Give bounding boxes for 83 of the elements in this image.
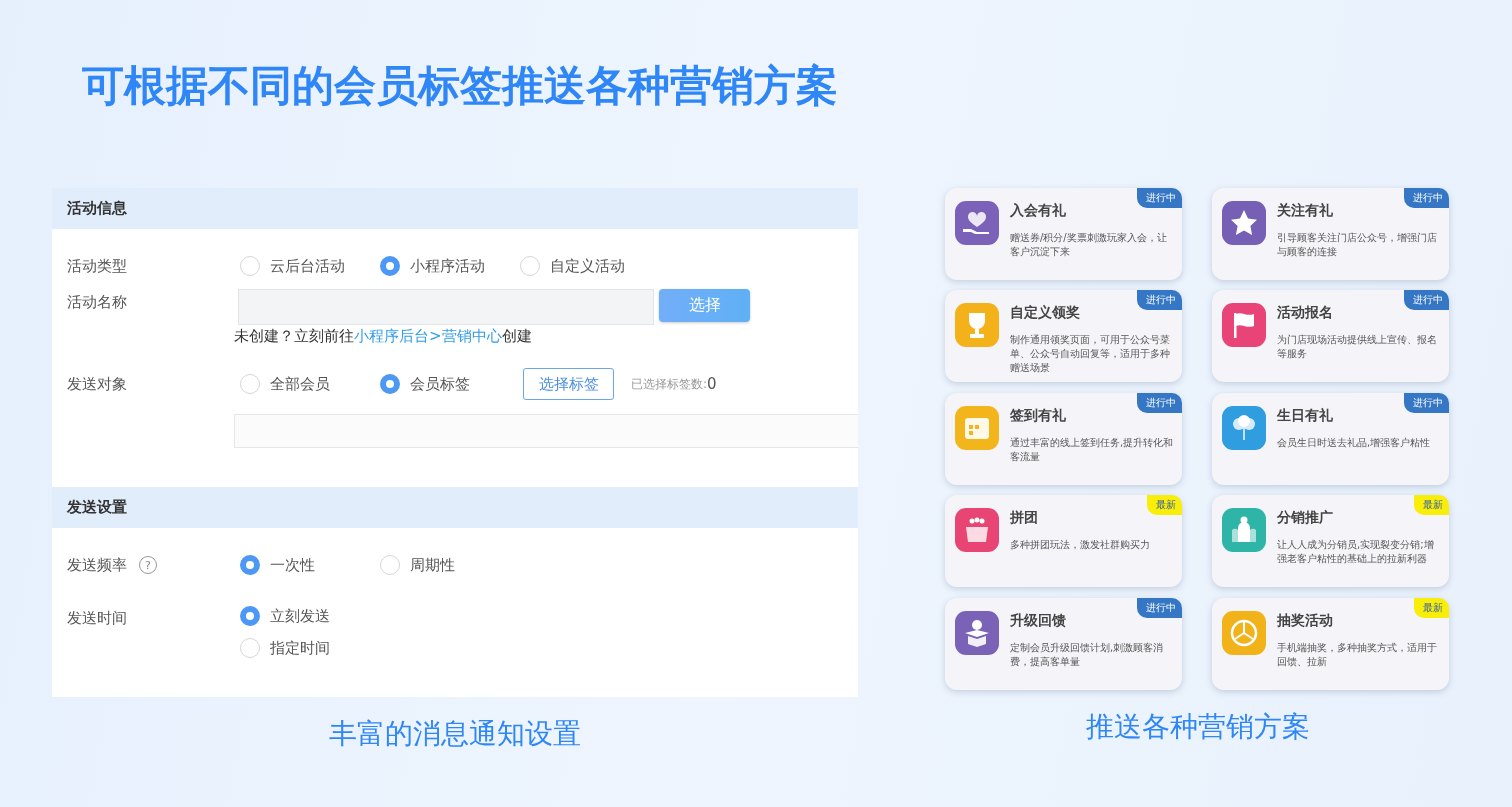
option-label: 指定时间 bbox=[270, 638, 330, 658]
campaign-title: 关注有礼 bbox=[1277, 201, 1334, 219]
caption: 推送各种营销方案 bbox=[1084, 709, 1311, 745]
section-title: 发送设置 bbox=[67, 498, 127, 517]
campaign-description: 手机端抽奖，多种抽奖方式，适用于回馈、拉新 bbox=[1277, 640, 1438, 669]
radio-button[interactable] bbox=[240, 555, 260, 575]
field-label: 活动类型 bbox=[66, 256, 128, 276]
campaign-card[interactable]: 进行中 生日有礼 会员生日时送去礼品,增强客户粘性 bbox=[1212, 392, 1449, 485]
option-label: 小程序活动 bbox=[410, 256, 485, 276]
status-badge: 进行中 bbox=[1137, 188, 1182, 208]
status-badge: 进行中 bbox=[1404, 290, 1449, 311]
radio-button[interactable] bbox=[380, 256, 400, 276]
campaign-description: 多种拼团玩法，激发社群购买力 bbox=[1010, 538, 1151, 553]
option-label: 自定义活动 bbox=[550, 256, 625, 276]
campaign-title: 自定义领奖 bbox=[1010, 303, 1081, 322]
option-label: 周期性 bbox=[410, 555, 455, 575]
campaign-title: 生日有礼 bbox=[1277, 405, 1334, 424]
option-label: 会员标签 bbox=[410, 374, 470, 394]
radio-button[interactable] bbox=[520, 256, 540, 276]
campaign-title: 活动报名 bbox=[1277, 303, 1334, 322]
field-label: 活动名称 bbox=[66, 292, 128, 313]
campaign-card[interactable]: 进行中 活动报名 为门店现场活动提供线上宣传、报名等服务 bbox=[1212, 290, 1449, 383]
campaign-card[interactable]: 最新 抽奖活动 手机端抽奖，多种抽奖方式，适用于回馈、拉新 bbox=[1212, 597, 1449, 690]
campaign-description: 赠送券/积分/奖票刺激玩家入会，让客户沉淀下来 bbox=[1010, 231, 1168, 259]
campaign-title: 签到有礼 bbox=[1010, 405, 1067, 424]
campaign-description: 制作通用领奖页面，可用于公众号菜单、公众号自动回复等，适用于多种赠送场景 bbox=[1010, 333, 1171, 376]
radio-option[interactable]: 全部会员 bbox=[238, 374, 378, 394]
campaign-card[interactable]: 最新 拼团 多种拼团玩法，激发社群购买力 bbox=[945, 495, 1182, 588]
option-label: 全部会员 bbox=[270, 374, 330, 394]
option-label: 立刻发送 bbox=[270, 606, 330, 626]
campaign-title: 拼团 bbox=[1010, 508, 1039, 527]
radio-option[interactable]: 指定时间 bbox=[238, 638, 378, 658]
status-badge: 最新 bbox=[1414, 597, 1449, 618]
radio-option[interactable]: 会员标签 bbox=[378, 374, 518, 394]
campaign-card[interactable]: 进行中 签到有礼 通过丰富的线上签到任务,提升转化和客流量 bbox=[945, 392, 1182, 485]
hint-text: 未创建？立刻前往小程序后台>营销中心创建 bbox=[234, 327, 533, 346]
field-label: 发送时间 bbox=[66, 608, 128, 629]
campaign-card[interactable]: 进行中 入会有礼 赠送券/积分/奖票刺激玩家入会，让客户沉淀下来 bbox=[945, 188, 1182, 280]
campaign-title: 入会有礼 bbox=[1010, 201, 1067, 219]
campaign-description: 引导顾客关注门店公众号，增强门店与顾客的连接 bbox=[1277, 231, 1438, 259]
caption: 丰富的消息通知设置 bbox=[328, 716, 582, 752]
campaign-description: 定制会员升级回馈计划,刺激顾客消费，提高客单量 bbox=[1010, 640, 1165, 669]
radio-button[interactable] bbox=[240, 256, 260, 276]
campaign-description: 为门店现场活动提供线上宣传、报名等服务 bbox=[1277, 333, 1438, 362]
campaign-card[interactable]: 进行中 升级回馈 定制会员升级回馈计划,刺激顾客消费，提高客单量 bbox=[945, 597, 1182, 690]
campaign-title: 升级回馈 bbox=[1010, 610, 1067, 629]
tags-field[interactable] bbox=[234, 414, 858, 448]
campaign-title: 抽奖活动 bbox=[1277, 610, 1334, 629]
field-label: 发送对象 bbox=[66, 374, 128, 395]
campaign-description: 让人人成为分销员,实现裂变分销;增强老客户粘性的基础上的拉新利器 bbox=[1277, 538, 1435, 567]
status-badge: 最新 bbox=[1414, 495, 1449, 516]
campaign-title: 分销推广 bbox=[1277, 508, 1334, 527]
campaign-description: 会员生日时送去礼品,增强客户粘性 bbox=[1277, 435, 1432, 450]
field-label: 发送频率 bbox=[67, 555, 127, 575]
select-tags-button[interactable]: 选择标签 bbox=[523, 368, 614, 400]
status-badge: 最新 bbox=[1147, 495, 1182, 516]
tag-count-label: 已选择标签数: bbox=[631, 375, 708, 393]
page-headline: 可根据不同的会员标签推送各种营销方案 bbox=[82, 60, 839, 112]
radio-button[interactable] bbox=[380, 374, 400, 394]
radio-button[interactable] bbox=[240, 638, 260, 658]
activity-name-field[interactable] bbox=[238, 289, 654, 325]
radio-button[interactable] bbox=[380, 555, 400, 575]
status-badge: 进行中 bbox=[1404, 188, 1449, 208]
campaign-description: 通过丰富的线上签到任务,提升转化和客流量 bbox=[1010, 435, 1175, 464]
radio-button[interactable] bbox=[240, 606, 260, 626]
option-label: 一次性 bbox=[270, 555, 315, 575]
campaign-card[interactable]: 最新 分销推广 让人人成为分销员,实现裂变分销;增强老客户粘性的基础上的拉新利器 bbox=[1212, 495, 1449, 588]
radio-option[interactable]: 立刻发送 bbox=[238, 606, 378, 626]
section-title: 活动信息 bbox=[67, 199, 127, 218]
radio-option[interactable]: 周期性 bbox=[378, 555, 518, 575]
status-badge: 进行中 bbox=[1137, 290, 1182, 311]
status-badge: 进行中 bbox=[1404, 392, 1449, 413]
radio-option[interactable]: 自定义活动 bbox=[518, 256, 658, 276]
status-badge: 进行中 bbox=[1137, 392, 1182, 413]
radio-option[interactable]: 小程序活动 bbox=[378, 256, 518, 276]
campaign-card[interactable]: 进行中 自定义领奖 制作通用领奖页面，可用于公众号菜单、公众号自动回复等，适用于多种赠送场景 bbox=[945, 290, 1182, 383]
tag-count: 0 bbox=[707, 375, 717, 393]
option-label: 云后台活动 bbox=[270, 256, 345, 276]
radio-option[interactable]: 一次性 bbox=[238, 555, 378, 575]
status-badge: 进行中 bbox=[1137, 597, 1182, 618]
campaign-card[interactable]: 进行中 关注有礼 引导顾客关注门店公众号，增强门店与顾客的连接 bbox=[1212, 188, 1449, 280]
radio-button[interactable] bbox=[240, 374, 260, 394]
radio-option[interactable]: 云后台活动 bbox=[238, 256, 378, 276]
